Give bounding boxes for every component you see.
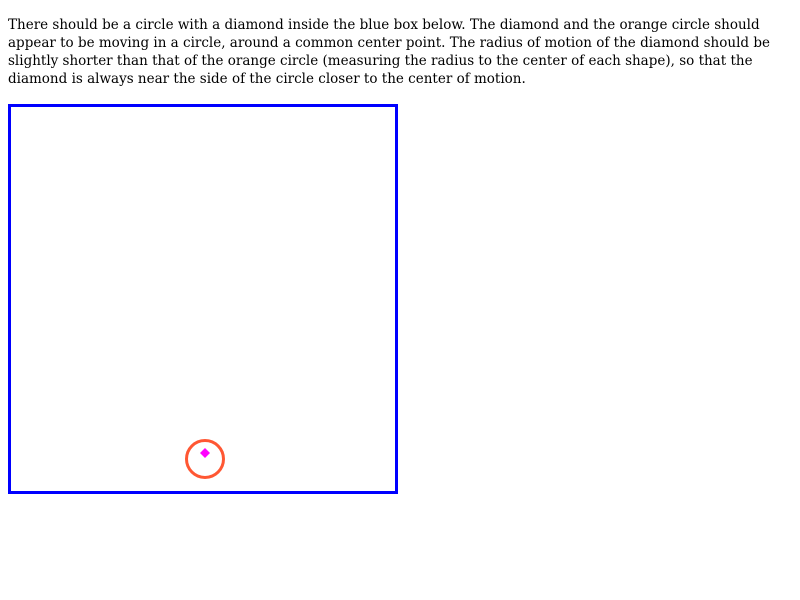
instructions-text: There should be a circle with a diamond … (8, 17, 770, 87)
animation-canvas (185, 439, 225, 479)
orange-circle (185, 439, 225, 479)
blue-box (8, 104, 398, 494)
magenta-diamond (200, 448, 210, 458)
